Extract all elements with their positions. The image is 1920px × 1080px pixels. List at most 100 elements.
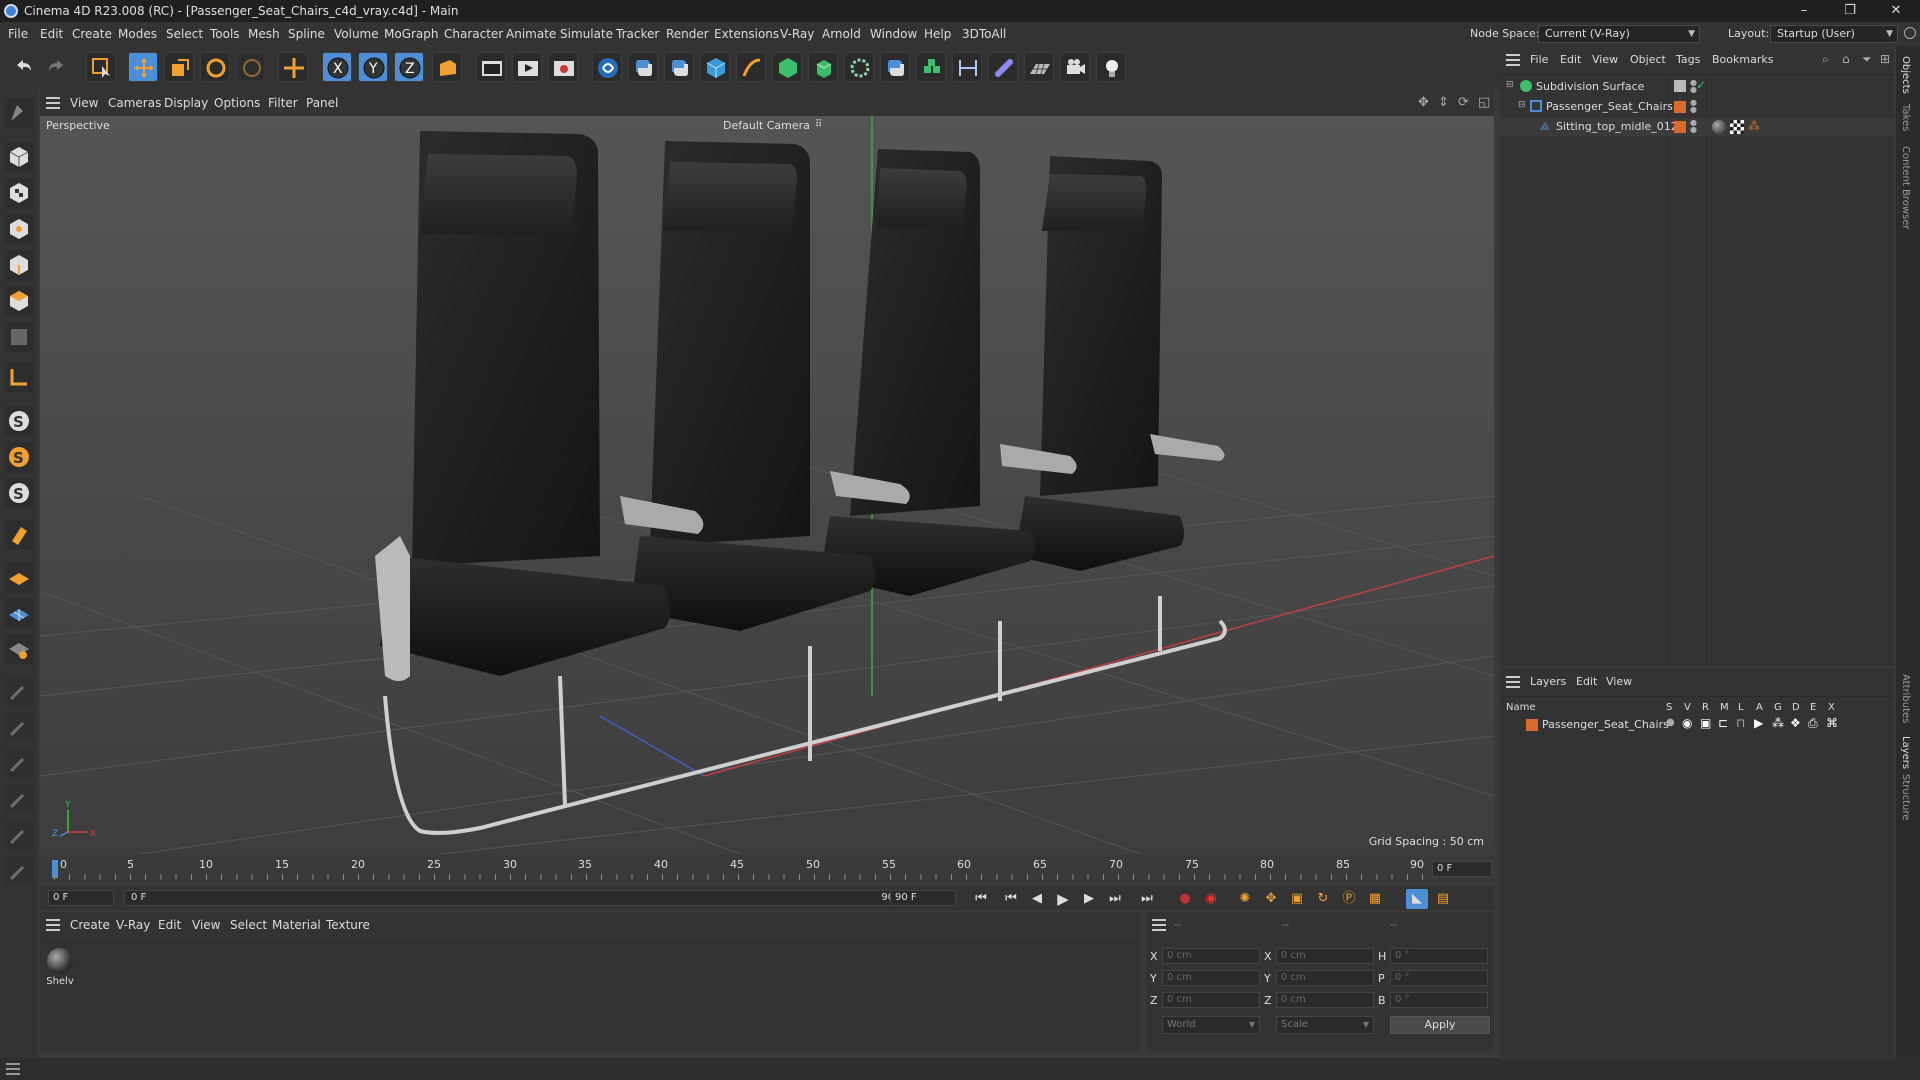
manager-icon[interactable]: ⊏ [1718,716,1728,730]
menu-tracker[interactable]: Tracker [616,22,659,46]
timeline-ruler[interactable]: 0 5 10 15 20 25 30 35 40 45 50 55 60 65 … [40,856,1494,882]
pen-spline-button[interactable] [736,52,766,82]
pos-x-field[interactable]: 0 cm [1162,948,1260,964]
snap-settings-button[interactable]: S [4,442,34,472]
cube-primitive-button[interactable] [700,52,730,82]
timeline-window-icon[interactable]: ▤ [1432,889,1454,909]
hamburger-icon[interactable] [6,1063,20,1075]
key-position-icon[interactable]: ✥ [1260,889,1282,909]
viewport-menu-filter[interactable]: Filter [268,90,298,116]
sculpt-tool-5-button[interactable] [4,856,34,886]
transform-tool-button[interactable] [236,52,266,82]
material-menu-create[interactable]: Create [70,918,110,932]
coordinate-system-button[interactable] [432,52,462,82]
scene-button[interactable] [988,52,1018,82]
menu-file[interactable]: File [8,22,28,46]
maximize-view-icon[interactable]: ◱ [1478,90,1490,116]
material-tag-icon[interactable] [1712,120,1726,134]
enabled-check-icon[interactable]: ✓ [1696,78,1706,92]
layer-color-icon[interactable] [1674,121,1686,133]
material-menu-select[interactable]: Select [230,918,267,932]
tab-attributes[interactable]: Attributes [1900,674,1911,723]
subdivision-button[interactable] [772,52,802,82]
layers-menu-view[interactable]: View [1606,675,1632,688]
viewport-menu-panel[interactable]: Panel [306,90,338,116]
generator-icon[interactable]: ⁂ [1772,716,1784,730]
uv-mode-button[interactable] [4,322,34,352]
restore-button[interactable]: ❐ [1828,0,1872,22]
animation-icon[interactable]: ▶ [1754,716,1763,730]
key-pla-icon[interactable]: ▦ [1364,889,1386,909]
undo-button[interactable] [8,52,38,82]
edit-toggle-icon[interactable] [1674,80,1686,92]
edges-mode-button[interactable] [4,250,34,280]
layer-row[interactable]: Passenger_Seat_Chairs ● ◉ ▣ ⊏ ⊓ ▶ ⁂ ❖ ⎙ … [1500,716,1894,734]
xref-icon[interactable]: ⌘ [1826,716,1838,730]
render-settings-button[interactable] [548,52,578,82]
python-button-2[interactable] [664,52,694,82]
expression-icon[interactable]: ⎙ [1808,716,1818,731]
coordinate-space-select[interactable]: World ▼ [1162,1016,1260,1034]
next-key-icon[interactable]: ⏭ [1104,889,1126,909]
menu-tools[interactable]: Tools [210,22,240,46]
align-workplane-button[interactable] [4,634,34,664]
polygons-mode-button[interactable] [4,286,34,316]
move-view-icon[interactable]: ✥ [1418,90,1429,116]
viewport-menu-options[interactable]: Options [214,90,260,116]
menu-3dtoall[interactable]: 3DToAll [962,22,1006,46]
z-axis-lock-button[interactable]: Z [394,52,424,82]
sculpt-tool-1-button[interactable] [4,712,34,742]
tab-content-browser[interactable]: Content Browser [1900,146,1911,229]
python-button-3[interactable] [880,52,910,82]
previous-frame-icon[interactable]: ◀ [1026,889,1048,909]
layout-select[interactable]: Startup (User) ▼ [1770,25,1898,43]
size-x-field[interactable]: 0 cm [1276,948,1374,964]
quantize-button[interactable]: S [4,478,34,508]
search-icon[interactable]: ⌕ [1822,52,1829,67]
lock-icon[interactable]: ⊓ [1736,716,1745,730]
snap-button[interactable]: S [4,406,34,436]
menu-mesh[interactable]: Mesh [248,22,280,46]
menu-animate[interactable]: Animate [506,22,556,46]
hamburger-icon[interactable] [46,97,60,109]
menu-spline[interactable]: Spline [288,22,325,46]
select-tool-button[interactable] [86,52,116,82]
menu-modes[interactable]: Modes [118,22,157,46]
eye-icon[interactable]: ◉ [1682,716,1692,730]
object-row[interactable]: ⊟ Passenger_Seat_Chairs ● ● [1500,98,1894,116]
y-axis-lock-button[interactable]: Y [358,52,388,82]
autokey-icon[interactable]: ◉ [1200,889,1222,909]
grid-workplane-button[interactable] [4,598,34,628]
material-menu-texture[interactable]: Texture [326,918,370,932]
points-mode-button[interactable] [4,214,34,244]
minimize-button[interactable]: – [1782,0,1826,22]
end-frame-field[interactable]: 90 F [890,890,956,906]
close-button[interactable]: ✕ [1874,0,1918,22]
zoom-view-icon[interactable]: ⇕ [1438,90,1449,116]
rot-h-field[interactable]: 0 ° [1390,948,1488,964]
object-row[interactable]: ⊟ Subdivision Surface ● ● ✓ [1500,78,1894,96]
objects-menu-file[interactable]: File [1530,53,1548,66]
layers-menu-layers[interactable]: Layers [1530,675,1566,688]
viewport-menu-view[interactable]: View [70,90,98,116]
key-scale-icon[interactable]: ▣ [1286,889,1308,909]
objects-menu-edit[interactable]: Edit [1560,53,1581,66]
deformer-button[interactable] [916,52,946,82]
render-picture-viewer-button[interactable] [512,52,542,82]
menu-extensions[interactable]: Extensions [714,22,779,46]
rot-b-field[interactable]: 0 ° [1390,992,1488,1008]
vray-button[interactable] [592,52,622,82]
nodespace-select[interactable]: Current (V-Ray) ▼ [1538,25,1700,43]
sculpt-tool-2-button[interactable] [4,748,34,778]
phong-tag-icon[interactable]: ⁂ [1748,119,1760,133]
hamburger-icon[interactable] [1152,919,1166,931]
menu-simulate[interactable]: Simulate [560,22,613,46]
floor-button[interactable] [1024,52,1054,82]
previous-key-icon[interactable]: ⏮ [1000,889,1022,909]
rotate-tool-button[interactable] [200,52,230,82]
size-mode-select[interactable]: Scale ▼ [1276,1016,1374,1034]
material-menu-view[interactable]: View [192,918,220,932]
python-button-1[interactable] [628,52,658,82]
menu-window[interactable]: Window [870,22,917,46]
menu-help[interactable]: Help [924,22,951,46]
